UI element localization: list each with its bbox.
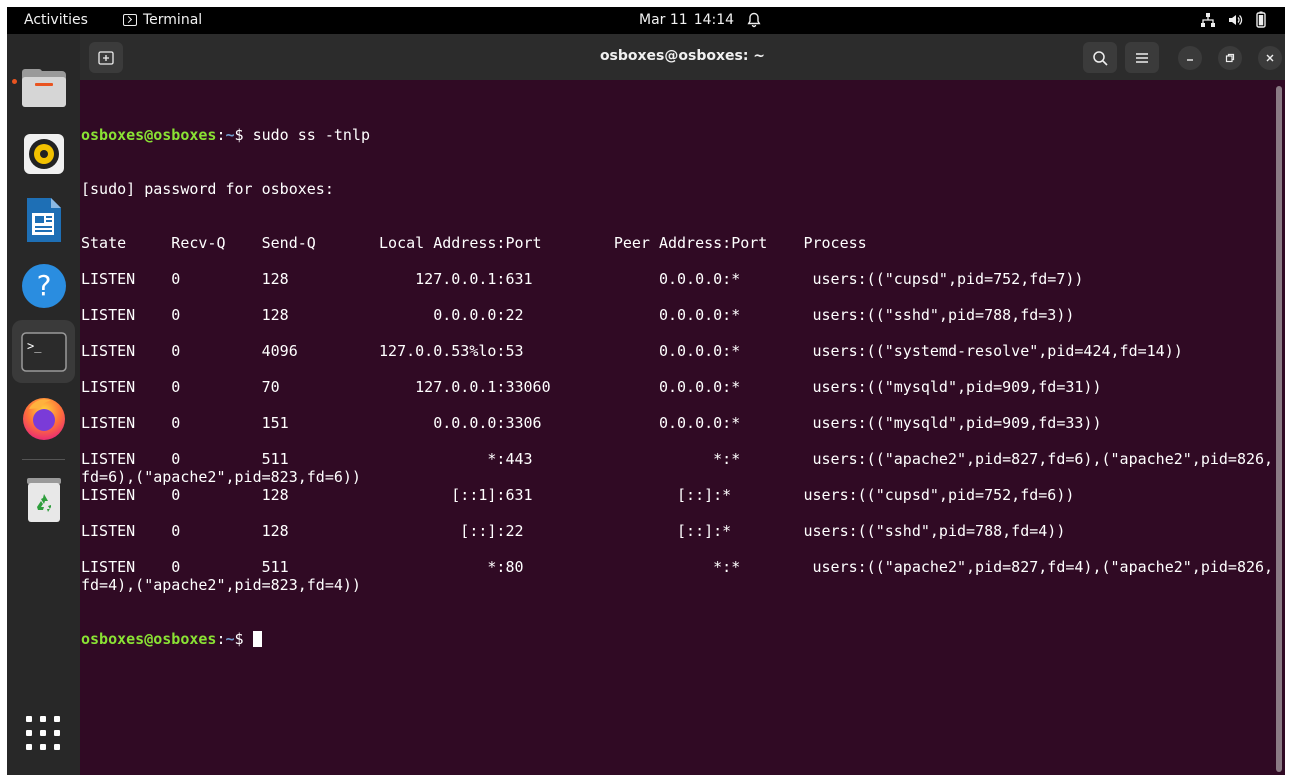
prompt-user: osboxes@osboxes <box>81 126 217 144</box>
output-line: LISTEN 0 128 [::]:22 [::]:* users:(("ssh… <box>81 522 1066 540</box>
current-prompt-line: osboxes@osboxes:~$ <box>81 630 1273 648</box>
network-icon <box>1200 12 1216 32</box>
battery-icon <box>1254 11 1268 32</box>
prompt-path: ~ <box>225 630 235 648</box>
terminal-content[interactable]: osboxes@osboxes:~$ sudo ss -tnlp [sudo] … <box>80 80 1285 775</box>
search-button[interactable] <box>1083 42 1117 73</box>
document-icon <box>26 197 61 242</box>
top-bar: Activities Terminal Mar 11 14:14 <box>7 7 1285 34</box>
show-applications-button[interactable] <box>26 716 60 750</box>
output-line: LISTEN 0 151 0.0.0.0:3306 0.0.0.0:* user… <box>81 414 1102 432</box>
volume-icon <box>1227 12 1243 32</box>
search-icon <box>1093 50 1108 66</box>
output-line: fd=6),("apache2",pid=823,fd=6)) <box>81 468 361 486</box>
window-headerbar: osboxes@osboxes: ~ <box>80 34 1285 80</box>
scrollbar[interactable] <box>1276 86 1282 772</box>
output-line: fd=4),("apache2",pid=823,fd=4)) <box>81 576 361 594</box>
close-button[interactable] <box>1258 46 1282 70</box>
trash-icon <box>26 477 61 522</box>
sudo-prompt-line: [sudo] password for osboxes: <box>81 180 334 198</box>
output-line: LISTEN 0 70 127.0.0.1:33060 0.0.0.0:* us… <box>81 378 1102 396</box>
output-line: LISTEN 0 511 *:80 *:* users:(("apache2",… <box>81 558 1274 576</box>
maximize-button[interactable] <box>1218 46 1242 70</box>
help-icon: ? <box>21 263 66 308</box>
output-line: LISTEN 0 511 *:443 *:* users:(("apache2"… <box>81 450 1274 468</box>
prompt-symbol: $ <box>234 630 253 648</box>
prompt-path: ~ <box>225 126 235 144</box>
prompt-separator: : <box>216 630 226 648</box>
output-line: LISTEN 0 128 127.0.0.1:631 0.0.0.0:* use… <box>81 270 1084 288</box>
app-menu[interactable]: Terminal <box>123 12 202 28</box>
dock-firefox[interactable] <box>12 386 75 449</box>
svg-text:>_: >_ <box>27 339 42 353</box>
folder-icon <box>21 68 66 107</box>
minimize-icon <box>1187 59 1193 61</box>
dock-separator <box>22 459 65 460</box>
command-text: sudo ss -tnlp <box>252 126 370 144</box>
dock-trash[interactable] <box>12 468 75 531</box>
desktop: Activities Terminal Mar 11 14:14 ? >_ os… <box>7 7 1285 775</box>
clock-date: Mar 11 <box>639 12 688 28</box>
dock-help[interactable]: ? <box>12 254 75 317</box>
clock-time: 14:14 <box>693 12 735 28</box>
prompt-symbol: $ <box>234 126 253 144</box>
prompt-separator: : <box>216 126 226 144</box>
output-line: LISTEN 0 4096 127.0.0.53%lo:53 0.0.0.0:*… <box>81 342 1183 360</box>
hamburger-menu-icon <box>1136 52 1148 63</box>
terminal-output: osboxes@osboxes:~$ sudo ss -tnlp [sudo] … <box>81 90 1273 684</box>
firefox-icon <box>22 397 65 440</box>
terminal-window: osboxes@osboxes: ~ osboxes@osboxes:~$ su… <box>80 34 1285 775</box>
dock-terminal[interactable]: >_ <box>12 320 75 383</box>
dock: ? >_ <box>7 34 80 775</box>
command-line: osboxes@osboxes:~$ sudo ss -tnlp <box>81 126 1273 144</box>
dock-files[interactable] <box>12 56 75 119</box>
prompt-user: osboxes@osboxes <box>81 630 217 648</box>
output-line: State Recv-Q Send-Q Local Address:Port P… <box>81 234 867 252</box>
terminal-icon: >_ <box>20 331 67 372</box>
dock-rhythmbox[interactable] <box>12 122 75 185</box>
restore-icon <box>1225 53 1235 63</box>
bell-icon[interactable] <box>746 12 762 32</box>
minimize-button[interactable] <box>1178 46 1202 70</box>
activities-button[interactable]: Activities <box>24 12 88 28</box>
svg-text:?: ? <box>36 269 51 302</box>
terminal-icon <box>123 14 137 26</box>
output-line: LISTEN 0 128 0.0.0.0:22 0.0.0.0:* users:… <box>81 306 1075 324</box>
speaker-icon <box>23 133 64 174</box>
dock-writer[interactable] <box>12 188 75 251</box>
menu-button[interactable] <box>1125 42 1159 73</box>
app-menu-label: Terminal <box>143 12 203 28</box>
text-cursor <box>252 631 262 647</box>
output-line: LISTEN 0 128 [::1]:631 [::]:* users:(("c… <box>81 486 1075 504</box>
close-icon <box>1266 54 1274 62</box>
system-tray[interactable] <box>1200 11 1268 32</box>
output-lines: State Recv-Q Send-Q Local Address:Port P… <box>81 234 1273 594</box>
clock[interactable]: Mar 11 14:14 <box>639 12 734 28</box>
